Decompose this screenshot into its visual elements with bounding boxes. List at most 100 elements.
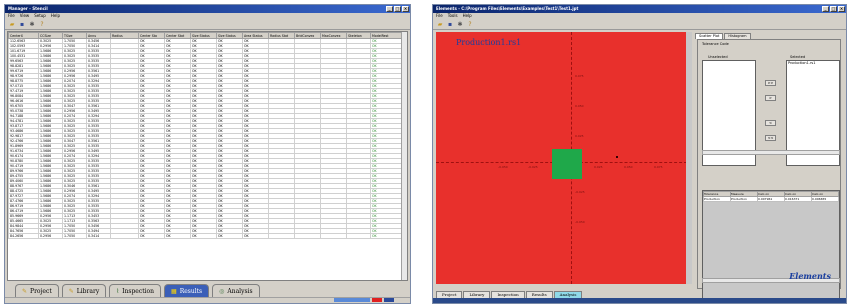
plot-vertical-scrollbar[interactable] bbox=[686, 32, 692, 284]
tab-library[interactable]: ✎ Library bbox=[61, 284, 107, 297]
save-icon[interactable]: ▪ bbox=[446, 20, 454, 28]
library-icon: ✎ bbox=[68, 287, 74, 295]
tolerance-zone bbox=[552, 149, 582, 179]
table-cell: OK bbox=[164, 233, 191, 239]
table-cell: 0.3414 bbox=[86, 233, 111, 239]
x-tick: 0.025 bbox=[594, 165, 603, 169]
move-left-button[interactable]: < bbox=[765, 120, 776, 126]
data-point bbox=[616, 156, 618, 158]
results-icon: ▦ bbox=[171, 287, 177, 295]
tab-analysis[interactable]: Analysis bbox=[553, 291, 583, 298]
table-cell: OK bbox=[190, 233, 217, 239]
close-button[interactable]: × bbox=[838, 6, 845, 12]
project-icon: ✎ bbox=[22, 287, 28, 295]
tab-inspection-label: Inspection bbox=[122, 287, 155, 295]
manager-title-bar[interactable]: Manager - Stencil _ □ × bbox=[5, 5, 410, 13]
help-icon[interactable]: ? bbox=[38, 20, 46, 28]
menu-file[interactable]: File bbox=[8, 13, 15, 19]
menu-help[interactable]: Help bbox=[51, 13, 60, 19]
table-cell: OK bbox=[138, 233, 165, 239]
elements-title-bar[interactable]: Elements - C:\Program Files\Elements\Exa… bbox=[433, 5, 846, 13]
tab-results-label: Results bbox=[179, 287, 203, 295]
menu-file[interactable]: File bbox=[436, 13, 443, 19]
settings-icon[interactable]: ✱ bbox=[456, 20, 464, 28]
table-cell: OK bbox=[216, 233, 243, 239]
tab-inspection[interactable]: Inspection bbox=[491, 291, 525, 298]
help-icon[interactable]: ? bbox=[466, 20, 474, 28]
results-grid[interactable]: CenterX CCSize TSize Annu Radius Center Sta Ce… bbox=[7, 31, 408, 281]
tab-results[interactable]: Results bbox=[525, 291, 553, 298]
elements-window: Elements - C:\Program Files\Elements\Exa… bbox=[432, 4, 847, 304]
side-panel: Scatter Plot Histogram Tolerance Code Un… bbox=[695, 32, 843, 300]
tolerance-code-label: Tolerance Code bbox=[702, 42, 729, 46]
y-tick: 0.050 bbox=[575, 104, 584, 108]
table-cell: Production bbox=[730, 196, 758, 202]
inspection-icon: ⌇ bbox=[116, 287, 120, 295]
table-cell bbox=[294, 233, 321, 239]
side-tabs: Scatter Plot Histogram bbox=[695, 32, 843, 39]
minimize-button[interactable]: _ bbox=[386, 6, 393, 12]
plot-label: Production1.rs1 bbox=[456, 38, 522, 47]
menu-tools[interactable]: Tools bbox=[448, 13, 458, 19]
manager-status-bar bbox=[5, 297, 410, 303]
minimize-button[interactable]: _ bbox=[822, 6, 829, 12]
maximize-button[interactable]: □ bbox=[394, 6, 401, 12]
move-all-left-button[interactable]: << bbox=[765, 135, 776, 141]
menu-setup[interactable]: Setup bbox=[34, 13, 46, 19]
manager-window: Manager - Stencil _ □ × File View Setup … bbox=[4, 4, 411, 304]
tab-results[interactable]: ▦ Results bbox=[164, 284, 210, 297]
statistics-table[interactable]: Tolerance Measure Calc.on Calc.on Calc.o… bbox=[702, 190, 840, 300]
table-cell: 84.2656 bbox=[8, 233, 39, 239]
grid-vertical-scrollbar[interactable] bbox=[401, 32, 407, 280]
table-row[interactable]: 84.2656 0.2956 1.7050 0.3414 OK OK OK OK OK OK bbox=[8, 233, 407, 239]
elements-logo: Elements bbox=[789, 271, 831, 281]
x-tick: -0.050 bbox=[498, 165, 508, 169]
table-row[interactable]: Production Production 0.007961 0.016371 … bbox=[703, 196, 839, 202]
tab-analysis[interactable]: ◎ Analysis bbox=[212, 284, 260, 297]
unselected-label: Unselected bbox=[708, 55, 728, 59]
tab-analysis-label: Analysis bbox=[227, 287, 253, 295]
table-cell: 0.007961 bbox=[757, 196, 785, 202]
menu-help[interactable]: Help bbox=[463, 13, 472, 19]
elements-tab-bar: Project Library Inspection Results Analy… bbox=[436, 288, 583, 298]
selected-label: Selected bbox=[790, 55, 806, 59]
table-cell bbox=[268, 233, 295, 239]
scatter-settings-panel: Tolerance Code Unselected Selected Produ… bbox=[697, 39, 841, 300]
table-cell: 1.7050 bbox=[62, 233, 87, 239]
list-horizontal-scrollbar[interactable] bbox=[702, 150, 840, 155]
manager-tab-bar: ✎ Project ✎ Library ⌇ Inspection ▦ Resul… bbox=[7, 279, 408, 297]
settings-icon[interactable]: ✱ bbox=[28, 20, 36, 28]
folder-open-icon[interactable]: ▰ bbox=[8, 20, 16, 28]
table-cell bbox=[110, 233, 139, 239]
table-cell: Production bbox=[703, 196, 731, 202]
y-tick: -0.025 bbox=[575, 190, 585, 194]
tab-library[interactable]: Library bbox=[463, 291, 491, 298]
tab-project[interactable]: ✎ Project bbox=[15, 284, 59, 297]
elements-title: Elements - C:\Program Files\Elements\Exa… bbox=[436, 6, 579, 11]
tab-project-label: Project bbox=[30, 287, 52, 295]
menu-view[interactable]: View bbox=[20, 13, 30, 19]
move-right-button[interactable]: > bbox=[765, 95, 776, 101]
manager-toolbar: ▰ ▪ ✱ ? bbox=[5, 19, 410, 30]
move-all-right-button[interactable]: >> bbox=[765, 80, 776, 86]
table-cell bbox=[346, 233, 371, 239]
save-icon[interactable]: ▪ bbox=[18, 20, 26, 28]
x-tick: -0.025 bbox=[528, 165, 538, 169]
y-tick: -0.050 bbox=[575, 220, 585, 224]
close-button[interactable]: × bbox=[402, 6, 409, 12]
elements-status-bar bbox=[433, 298, 846, 303]
tab-inspection[interactable]: ⌇ Inspection bbox=[109, 284, 162, 297]
table-cell: 0.016371 bbox=[784, 196, 812, 202]
scatter-plot-area[interactable]: Production1.rs1 0.075 0.050 0.025 -0.025… bbox=[436, 32, 692, 284]
table-cell: 0.006655 bbox=[811, 196, 839, 202]
status-indicator-blue bbox=[384, 298, 394, 302]
folder-open-icon[interactable]: ▰ bbox=[436, 20, 444, 28]
maximize-button[interactable]: □ bbox=[830, 6, 837, 12]
manager-title: Manager - Stencil bbox=[8, 6, 48, 11]
tab-project[interactable]: Project bbox=[436, 291, 463, 298]
tab-library-label: Library bbox=[76, 287, 100, 295]
y-tick: 0.025 bbox=[575, 134, 584, 138]
y-tick: 0.075 bbox=[575, 74, 584, 78]
table-cell: 0.2956 bbox=[38, 233, 63, 239]
selected-item[interactable]: Production1.rs1 bbox=[787, 61, 839, 65]
